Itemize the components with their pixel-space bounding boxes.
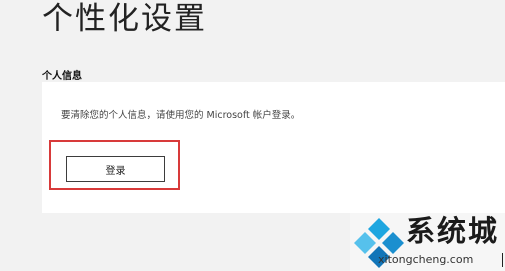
personal-info-message: 要清除您的个人信息，请使用您的 Microsoft 帐户登录。: [61, 110, 301, 121]
page-title: 个性化设置: [42, 1, 207, 37]
text-cursor: [502, 253, 503, 267]
watermark: 系统城 xitongcheng.com: [350, 213, 505, 271]
watermark-brand: 系统城: [406, 214, 500, 248]
personal-info-heading: 个人信息: [42, 71, 82, 82]
watermark-url: xitongcheng.com: [378, 253, 474, 266]
login-button[interactable]: 登录: [66, 156, 165, 182]
personal-info-card: 要清除您的个人信息，请使用您的 Microsoft 帐户登录。 登录: [42, 82, 505, 213]
